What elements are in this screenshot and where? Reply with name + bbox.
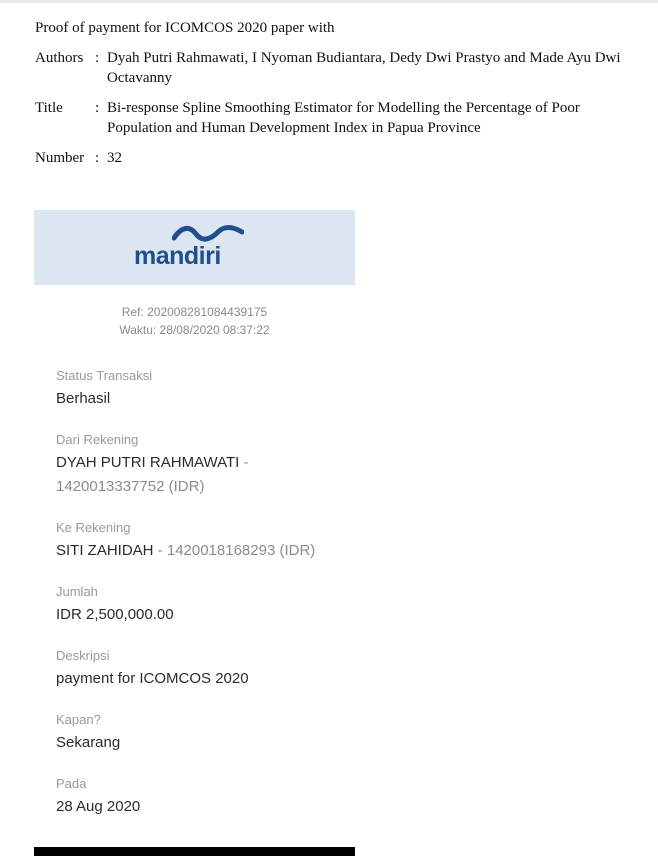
authors-value: Dyah Putri Rahmawati, I Nyoman Budiantar… (107, 50, 621, 86)
date-field: Pada 28 Aug 2020 (56, 775, 140, 819)
when-field: Kapan? Sekarang (56, 711, 120, 755)
document-header: Proof of payment for ICOMCOS 2020 paper … (35, 18, 635, 178)
from-account-field: Dari Rekening DYAH PUTRI RAHMAWATI - 142… (56, 431, 316, 499)
title-label: Title (35, 100, 63, 116)
authors-label: Authors (35, 50, 84, 66)
to-account-value: SITI ZAHIDAH - 1420018168293 (IDR) (56, 539, 346, 563)
bottom-bar (34, 847, 355, 856)
to-account-field: Ke Rekening SITI ZAHIDAH - 1420018168293… (56, 519, 346, 563)
number-row: Number : 32 (35, 148, 635, 168)
to-account-number: - 1420018168293 (IDR) (153, 542, 316, 559)
title-row: Title : Bi-response Spline Smoothing Est… (35, 98, 635, 138)
description-field: Deskripsi payment for ICOMCOS 2020 (56, 647, 249, 691)
when-value: Sekarang (56, 734, 121, 751)
amount-field: Jumlah IDR 2,500,000.00 (56, 583, 174, 627)
bank-banner: mandiri (34, 210, 355, 285)
transaction-time: Waktu: 28/08/2020 08:37:22 (119, 323, 270, 337)
top-divider (0, 0, 658, 3)
authors-colon: : (95, 50, 100, 66)
status-label: Status Transaksi (56, 368, 153, 383)
wave-icon (172, 225, 244, 242)
from-account-name: DYAH PUTRI RAHMAWATI (56, 454, 240, 471)
title-value: Bi-response Spline Smoothing Estimator f… (107, 100, 580, 136)
amount-value: IDR 2,500,000.00 (56, 606, 174, 623)
transaction-meta: Ref: 202008281084439175 Waktu: 28/08/202… (34, 303, 355, 339)
authors-row: Authors : Dyah Putri Rahmawati, I Nyoman… (35, 48, 635, 88)
to-account-name: SITI ZAHIDAH (56, 542, 154, 559)
logo-text: mandiri (134, 242, 221, 270)
mandiri-logo: mandiri (134, 224, 249, 272)
date-value: 28 Aug 2020 (56, 798, 141, 815)
number-colon: : (95, 150, 100, 166)
to-account-label: Ke Rekening (56, 520, 131, 535)
reference-number: Ref: 202008281084439175 (121, 305, 268, 319)
document-heading: Proof of payment for ICOMCOS 2020 paper … (35, 20, 335, 36)
number-value: 32 (107, 150, 122, 166)
from-account-label: Dari Rekening (56, 432, 139, 447)
status-value: Berhasil (56, 390, 111, 407)
when-label: Kapan? (56, 712, 101, 727)
payment-receipt: mandiri Ref: 202008281084439175 Waktu: 2… (34, 210, 355, 856)
number-label: Number (35, 150, 85, 166)
description-value: payment for ICOMCOS 2020 (56, 670, 249, 687)
from-account-value: DYAH PUTRI RAHMAWATI - 1420013337752 (ID… (56, 451, 316, 499)
title-colon: : (95, 100, 100, 116)
date-label: Pada (56, 776, 87, 791)
status-field: Status Transaksi Berhasil (56, 367, 152, 411)
amount-label: Jumlah (56, 584, 98, 599)
description-label: Deskripsi (56, 648, 110, 663)
